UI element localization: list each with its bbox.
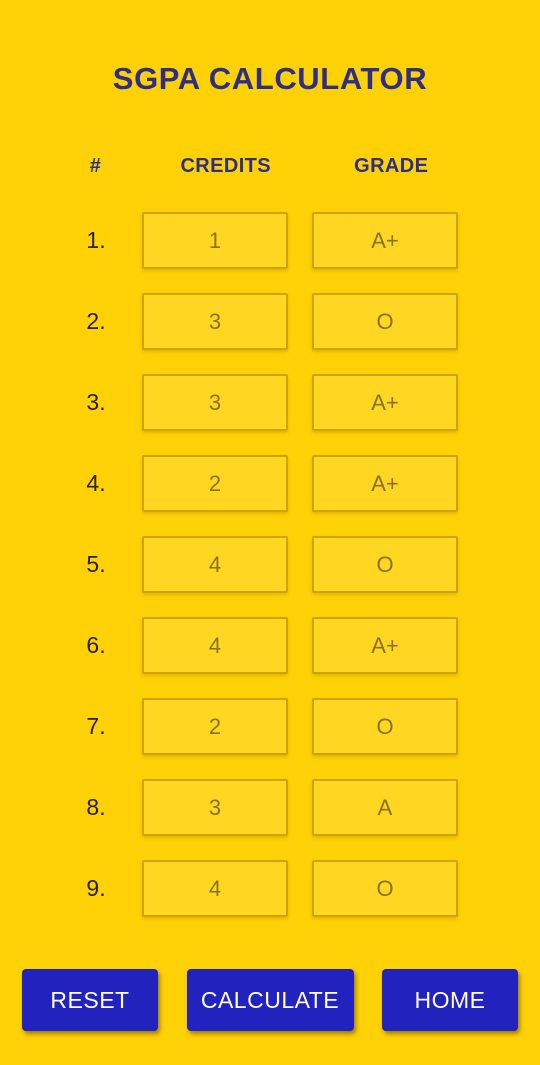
sgpa-calculator-screen: SGPA CALCULATOR # CREDITS GRADE 1. 1 A+ 2. 3…	[0, 0, 540, 1065]
grade-input[interactable]: A+	[312, 212, 458, 269]
row-index-label: 7.	[86, 713, 106, 739]
table-row: 5. 4 O	[60, 524, 480, 605]
grade-input[interactable]: A	[312, 779, 458, 836]
home-button[interactable]: HOME	[382, 969, 518, 1031]
reset-button[interactable]: RESET	[22, 969, 158, 1031]
table-row: 6. 4 A+	[60, 605, 480, 686]
table-row: 4. 2 A+	[60, 443, 480, 524]
calculate-button[interactable]: CALCULATE	[186, 969, 354, 1031]
credits-input[interactable]: 4	[142, 617, 288, 674]
page-title: SGPA CALCULATOR	[112, 61, 428, 96]
row-index-label: 4.	[86, 470, 106, 496]
row-index-label: 8.	[86, 794, 106, 820]
credits-input[interactable]: 3	[142, 779, 288, 836]
column-headers: # CREDITS GRADE	[0, 140, 540, 192]
table-row: 3. 3 A+	[60, 362, 480, 443]
grade-input[interactable]: O	[312, 293, 458, 350]
header-credits: CREDITS	[180, 154, 272, 177]
title-bar: SGPA CALCULATOR	[0, 0, 540, 140]
credits-input[interactable]: 4	[142, 860, 288, 917]
credits-input[interactable]: 1	[142, 212, 288, 269]
row-index-label: 2.	[86, 308, 106, 334]
credits-input[interactable]: 4	[142, 536, 288, 593]
credits-input[interactable]: 3	[142, 293, 288, 350]
entry-rows-scroll-area[interactable]: 1. 1 A+ 2. 3 O 3. 3 A+ 4. 2 A+ 5. 4 O 6. 4 A+ 7. 2 O 8. 3 A 9. 4 O	[0, 192, 540, 953]
row-index-label: 5.	[86, 551, 106, 577]
table-row: 9. 4 O	[60, 848, 480, 929]
grade-input[interactable]: O	[312, 698, 458, 755]
row-index-label: 9.	[86, 875, 106, 901]
grade-input[interactable]: O	[312, 536, 458, 593]
table-row: 7. 2 O	[60, 686, 480, 767]
table-row: 1. 1 A+	[60, 200, 480, 281]
header-number: #	[89, 154, 102, 177]
row-index-label: 1.	[86, 227, 106, 253]
grade-input[interactable]: A+	[312, 617, 458, 674]
grade-input[interactable]: A+	[312, 374, 458, 431]
grade-input[interactable]: O	[312, 860, 458, 917]
header-grade: GRADE	[354, 154, 429, 177]
credits-input[interactable]: 3	[142, 374, 288, 431]
row-index-label: 6.	[86, 632, 106, 658]
credits-input[interactable]: 2	[142, 698, 288, 755]
table-row: 2. 3 O	[60, 281, 480, 362]
row-index-label: 3.	[86, 389, 106, 415]
action-button-bar: RESET CALCULATE HOME	[0, 953, 540, 1065]
grade-input[interactable]: A+	[312, 455, 458, 512]
table-row: 8. 3 A	[60, 767, 480, 848]
credits-input[interactable]: 2	[142, 455, 288, 512]
